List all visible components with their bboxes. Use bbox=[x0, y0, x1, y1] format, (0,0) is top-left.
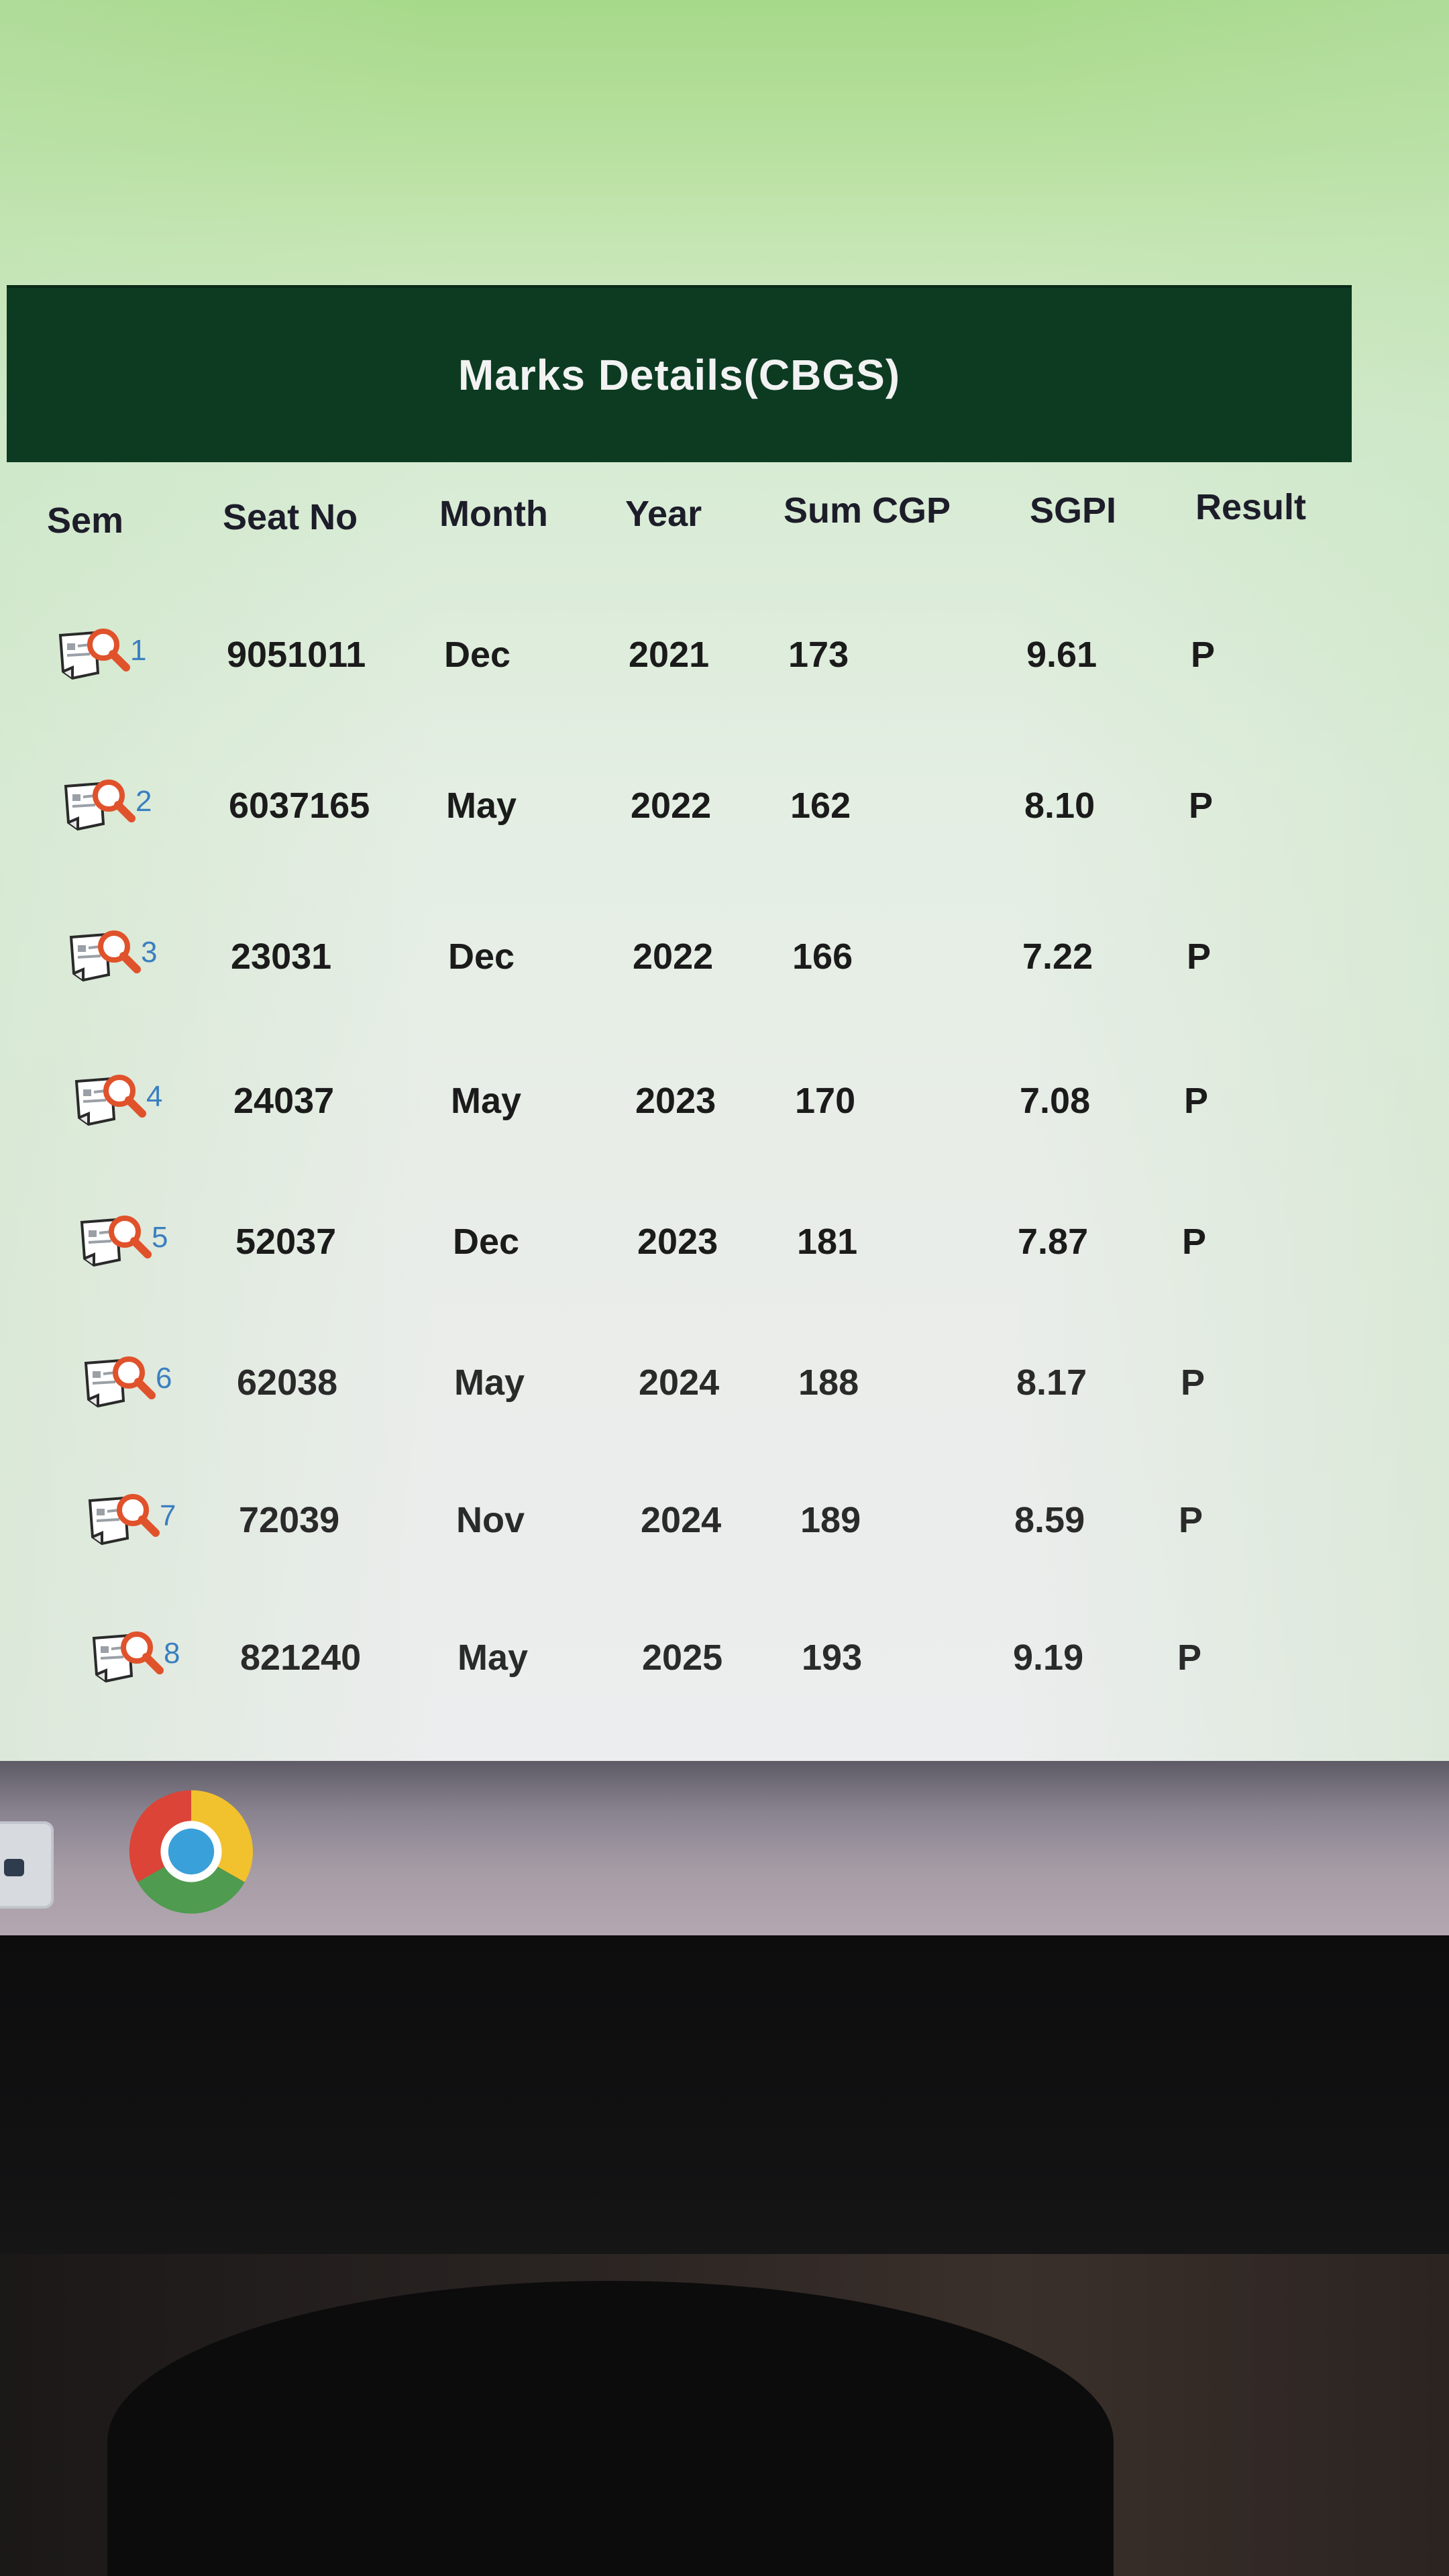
month-cell: May bbox=[454, 1362, 525, 1403]
column-header-sgpi: SGPI bbox=[1030, 490, 1117, 531]
result-cell: P bbox=[1179, 1500, 1203, 1540]
table-row: 4 24037 May 2023 170 7.08 P bbox=[0, 1067, 1275, 1167]
table-row: 3 23031 Dec 2022 166 7.22 P bbox=[0, 922, 1275, 1023]
document-search-icon bbox=[58, 629, 130, 680]
table-row: 1 9051011 Dec 2021 173 9.61 P bbox=[0, 621, 1275, 721]
sem-link[interactable]: 4 bbox=[70, 1067, 162, 1134]
sem-number: 3 bbox=[141, 936, 158, 969]
year-cell: 2022 bbox=[633, 936, 714, 977]
sem-number: 5 bbox=[152, 1221, 168, 1254]
sgpi-cell: 8.17 bbox=[1016, 1362, 1087, 1403]
sem-link[interactable]: 3 bbox=[64, 922, 157, 989]
seat-no-cell: 9051011 bbox=[227, 635, 366, 675]
year-cell: 2025 bbox=[642, 1638, 723, 1678]
column-header-seat-no: Seat No bbox=[223, 497, 358, 537]
sem-number: 4 bbox=[146, 1080, 163, 1113]
seat-no-cell: 72039 bbox=[239, 1500, 340, 1540]
sgpi-cell: 9.61 bbox=[1026, 635, 1097, 675]
document-search-icon bbox=[74, 1075, 146, 1126]
seat-no-cell: 23031 bbox=[231, 936, 332, 977]
sem-number: 1 bbox=[130, 634, 147, 667]
month-cell: Dec bbox=[453, 1222, 520, 1262]
seat-no-cell: 62038 bbox=[237, 1362, 338, 1403]
document-search-icon bbox=[88, 1494, 160, 1546]
sgpi-cell: 7.08 bbox=[1020, 1081, 1091, 1121]
document-search-icon bbox=[92, 1631, 164, 1683]
month-cell: May bbox=[451, 1081, 522, 1121]
sem-link[interactable]: 2 bbox=[59, 771, 152, 839]
sgpi-cell: 7.22 bbox=[1022, 936, 1093, 977]
chrome-icon[interactable] bbox=[127, 1788, 255, 1915]
column-header-year: Year bbox=[625, 494, 702, 534]
year-cell: 2024 bbox=[639, 1362, 720, 1403]
month-cell: Dec bbox=[444, 635, 511, 675]
sem-number: 6 bbox=[156, 1362, 172, 1395]
table-row: 7 72039 Nov 2024 189 8.59 P bbox=[0, 1486, 1275, 1587]
result-cell: P bbox=[1184, 1081, 1209, 1121]
month-cell: Dec bbox=[448, 936, 515, 977]
result-cell: P bbox=[1187, 936, 1212, 977]
sum-cgp-cell: 188 bbox=[798, 1362, 859, 1403]
sem-number: 7 bbox=[160, 1499, 176, 1532]
sem-number: 8 bbox=[164, 1637, 180, 1670]
year-cell: 2021 bbox=[629, 635, 710, 675]
document-search-icon bbox=[80, 1216, 152, 1267]
sem-link[interactable]: 7 bbox=[83, 1486, 176, 1553]
seat-no-cell: 52037 bbox=[235, 1222, 337, 1262]
table-row: 6 62038 May 2024 188 8.17 P bbox=[0, 1348, 1275, 1449]
column-header-result: Result bbox=[1195, 487, 1307, 527]
panel-header: Marks Details(CBGS) bbox=[7, 285, 1352, 462]
sgpi-cell: 8.59 bbox=[1014, 1500, 1085, 1540]
result-cell: P bbox=[1181, 1362, 1205, 1403]
sum-cgp-cell: 170 bbox=[795, 1081, 856, 1121]
year-cell: 2022 bbox=[631, 786, 712, 826]
result-cell: P bbox=[1189, 786, 1214, 826]
month-cell: Nov bbox=[456, 1500, 525, 1540]
month-cell: May bbox=[458, 1638, 529, 1678]
year-cell: 2023 bbox=[635, 1081, 716, 1121]
sum-cgp-cell: 189 bbox=[800, 1500, 861, 1540]
result-cell: P bbox=[1182, 1222, 1207, 1262]
table-row: 5 52037 Dec 2023 181 7.87 P bbox=[0, 1208, 1275, 1308]
year-cell: 2024 bbox=[641, 1500, 722, 1540]
table-row: 2 6037165 May 2022 162 8.10 P bbox=[0, 771, 1275, 872]
panel-title: Marks Details(CBGS) bbox=[458, 351, 901, 399]
desk-background bbox=[0, 2254, 1449, 2576]
year-cell: 2023 bbox=[637, 1222, 718, 1262]
column-header-sem: Sem bbox=[47, 500, 124, 541]
sem-number: 2 bbox=[136, 785, 152, 818]
table-row: 8 821240 May 2025 193 9.19 P bbox=[0, 1623, 1275, 1724]
sum-cgp-cell: 173 bbox=[788, 635, 849, 675]
document-search-icon bbox=[69, 930, 141, 982]
sem-link[interactable]: 5 bbox=[75, 1208, 168, 1275]
sem-link[interactable]: 1 bbox=[54, 621, 146, 688]
app-tile-icon[interactable] bbox=[0, 1821, 54, 1909]
sum-cgp-cell: 166 bbox=[792, 936, 853, 977]
sum-cgp-cell: 181 bbox=[797, 1222, 858, 1262]
sgpi-cell: 9.19 bbox=[1013, 1638, 1084, 1678]
column-header-sum-cgp: Sum CGP bbox=[784, 490, 951, 531]
seat-no-cell: 24037 bbox=[233, 1081, 335, 1121]
result-cell: P bbox=[1191, 635, 1216, 675]
column-header-month: Month bbox=[439, 494, 548, 534]
document-search-icon bbox=[64, 780, 136, 831]
sum-cgp-cell: 162 bbox=[790, 786, 851, 826]
result-cell: P bbox=[1177, 1638, 1202, 1678]
sum-cgp-cell: 193 bbox=[802, 1638, 863, 1678]
document-search-icon bbox=[84, 1356, 156, 1408]
sgpi-cell: 7.87 bbox=[1018, 1222, 1089, 1262]
sem-link[interactable]: 6 bbox=[79, 1348, 172, 1415]
seat-no-cell: 821240 bbox=[240, 1638, 362, 1678]
sgpi-cell: 8.10 bbox=[1024, 786, 1095, 826]
month-cell: May bbox=[446, 786, 517, 826]
sem-link[interactable]: 8 bbox=[87, 1623, 180, 1690]
seat-no-cell: 6037165 bbox=[229, 786, 370, 826]
